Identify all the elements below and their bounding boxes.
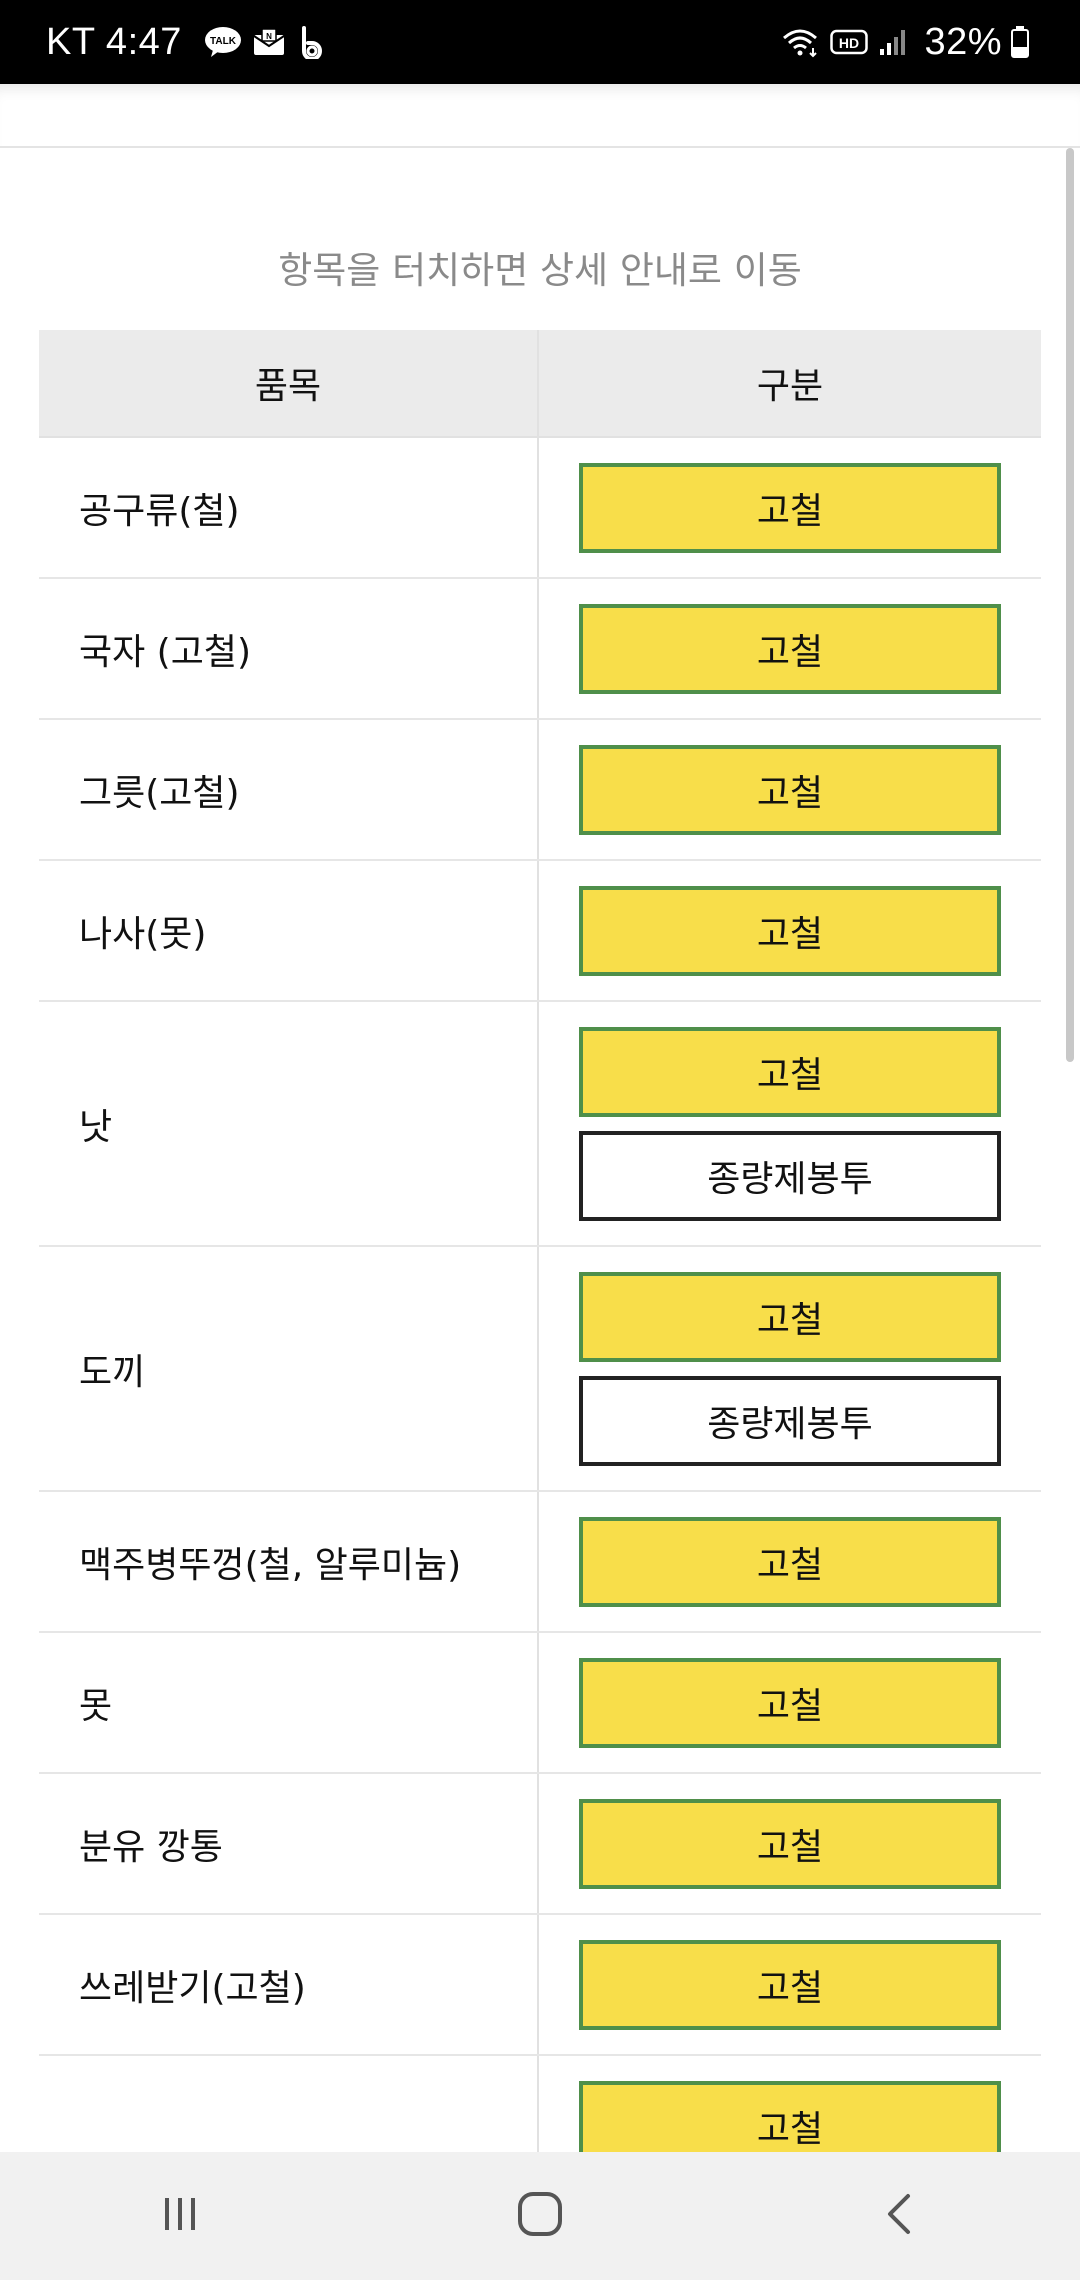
table-row[interactable]: 낫 고철 종량제봉투 [39, 1002, 1041, 1247]
type-cell: 고철 [539, 1915, 1041, 2054]
type-cell: 고철 [539, 1492, 1041, 1631]
sorting-table: 품목 구분 공구류(철) 고철 국자 (고철) 고철 그릇(고철) 고철 나사(… [39, 330, 1041, 2152]
tag-scrap-metal[interactable]: 고철 [579, 1658, 1001, 1748]
header-item: 품목 [39, 330, 539, 436]
battery-icon [1010, 25, 1030, 59]
mail-icon: N [252, 27, 286, 57]
svg-text:N: N [266, 32, 272, 41]
kakaotalk-icon: TALK [204, 26, 242, 58]
item-name[interactable]: 그릇(고철) [39, 720, 539, 859]
status-bar: KT 4:47 TALK N HD 32% [0, 0, 1080, 84]
item-name[interactable]: 낫 [39, 1002, 539, 1245]
item-name[interactable]: 도끼 [39, 1247, 539, 1490]
home-button[interactable] [460, 2152, 620, 2280]
item-name[interactable]: 못 [39, 1633, 539, 1772]
band-icon [296, 25, 328, 59]
item-name[interactable]: 쓰레받기(고철) [39, 1915, 539, 2054]
table-row[interactable]: 국자 (고철) 고철 [39, 579, 1041, 720]
wifi-icon [780, 26, 820, 58]
tag-scrap-metal[interactable]: 고철 [579, 604, 1001, 694]
table-row[interactable]: 분유 깡통 고철 [39, 1774, 1041, 1915]
tag-volume-bag[interactable]: 종량제봉투 [579, 1131, 1001, 1221]
page-hint: 항목을 터치하면 상세 안내로 이동 [278, 249, 802, 292]
item-name[interactable]: 국자 (고철) [39, 579, 539, 718]
table-header: 품목 구분 [39, 330, 1041, 438]
type-cell: 고철 [539, 579, 1041, 718]
table-row[interactable]: 쓰레받기(고철) 고철 [39, 1915, 1041, 2056]
type-cell: 고철 [539, 720, 1041, 859]
tag-scrap-metal[interactable]: 고철 [579, 1799, 1001, 1889]
back-button[interactable] [820, 2152, 980, 2280]
item-name[interactable]: 맥주병뚜껑(철, 알루미늄) [39, 1492, 539, 1631]
table-row[interactable]: 공구류(철) 고철 [39, 438, 1041, 579]
scrollbar[interactable] [1066, 148, 1074, 1062]
status-bar-left: KT 4:47 TALK N [46, 21, 328, 64]
table-row[interactable]: 나사(못) 고철 [39, 861, 1041, 1002]
app-header [0, 84, 1080, 148]
recent-apps-button[interactable] [100, 2152, 260, 2280]
svg-text:HD: HD [839, 35, 859, 51]
table-row[interactable]: 도끼 고철 종량제봉투 [39, 1247, 1041, 1492]
svg-text:TALK: TALK [210, 36, 237, 47]
recent-apps-icon [160, 2194, 200, 2238]
tag-scrap-metal[interactable]: 고철 [579, 1272, 1001, 1362]
back-icon [880, 2192, 920, 2240]
tag-scrap-metal[interactable]: 고철 [579, 886, 1001, 976]
navigation-bar [0, 2152, 1080, 2280]
tag-scrap-metal[interactable]: 고철 [579, 1027, 1001, 1117]
table-row[interactable]: 고철 [39, 2056, 1041, 2152]
header-type: 구분 [756, 366, 824, 407]
battery-percent: 32% [924, 20, 1002, 63]
table-row[interactable]: 못 고철 [39, 1633, 1041, 1774]
type-cell: 고철 [539, 2056, 1041, 2152]
tag-scrap-metal[interactable]: 고철 [579, 745, 1001, 835]
tag-scrap-metal[interactable]: 고철 [579, 463, 1001, 553]
type-cell: 고철 [539, 438, 1041, 577]
item-name[interactable]: 공구류(철) [39, 438, 539, 577]
type-cell: 고철 [539, 1774, 1041, 1913]
hd-icon: HD [830, 28, 869, 56]
tag-scrap-metal[interactable]: 고철 [579, 2081, 1001, 2152]
status-bar-right: HD 32% [780, 21, 1040, 64]
content-area[interactable]: 항목을 터치하면 상세 안내로 이동 품목 구분 공구류(철) 고철 국자 (고… [0, 148, 1080, 2152]
table-row[interactable]: 맥주병뚜껑(철, 알루미늄) 고철 [39, 1492, 1041, 1633]
type-cell: 고철 [539, 861, 1041, 1000]
type-cell: 고철 종량제봉투 [539, 1247, 1041, 1490]
tag-scrap-metal[interactable]: 고철 [579, 1517, 1001, 1607]
signal-icon [878, 27, 908, 57]
home-icon [517, 2191, 563, 2241]
item-name[interactable]: 분유 깡통 [39, 1774, 539, 1913]
type-cell: 고철 [539, 1633, 1041, 1772]
tag-volume-bag[interactable]: 종량제봉투 [579, 1376, 1001, 1466]
item-name[interactable] [39, 2056, 539, 2152]
tag-scrap-metal[interactable]: 고철 [579, 1940, 1001, 2030]
table-row[interactable]: 그릇(고철) 고철 [39, 720, 1041, 861]
item-name[interactable]: 나사(못) [39, 861, 539, 1000]
type-cell: 고철 종량제봉투 [539, 1002, 1041, 1245]
carrier-time: KT 4:47 [46, 20, 182, 63]
